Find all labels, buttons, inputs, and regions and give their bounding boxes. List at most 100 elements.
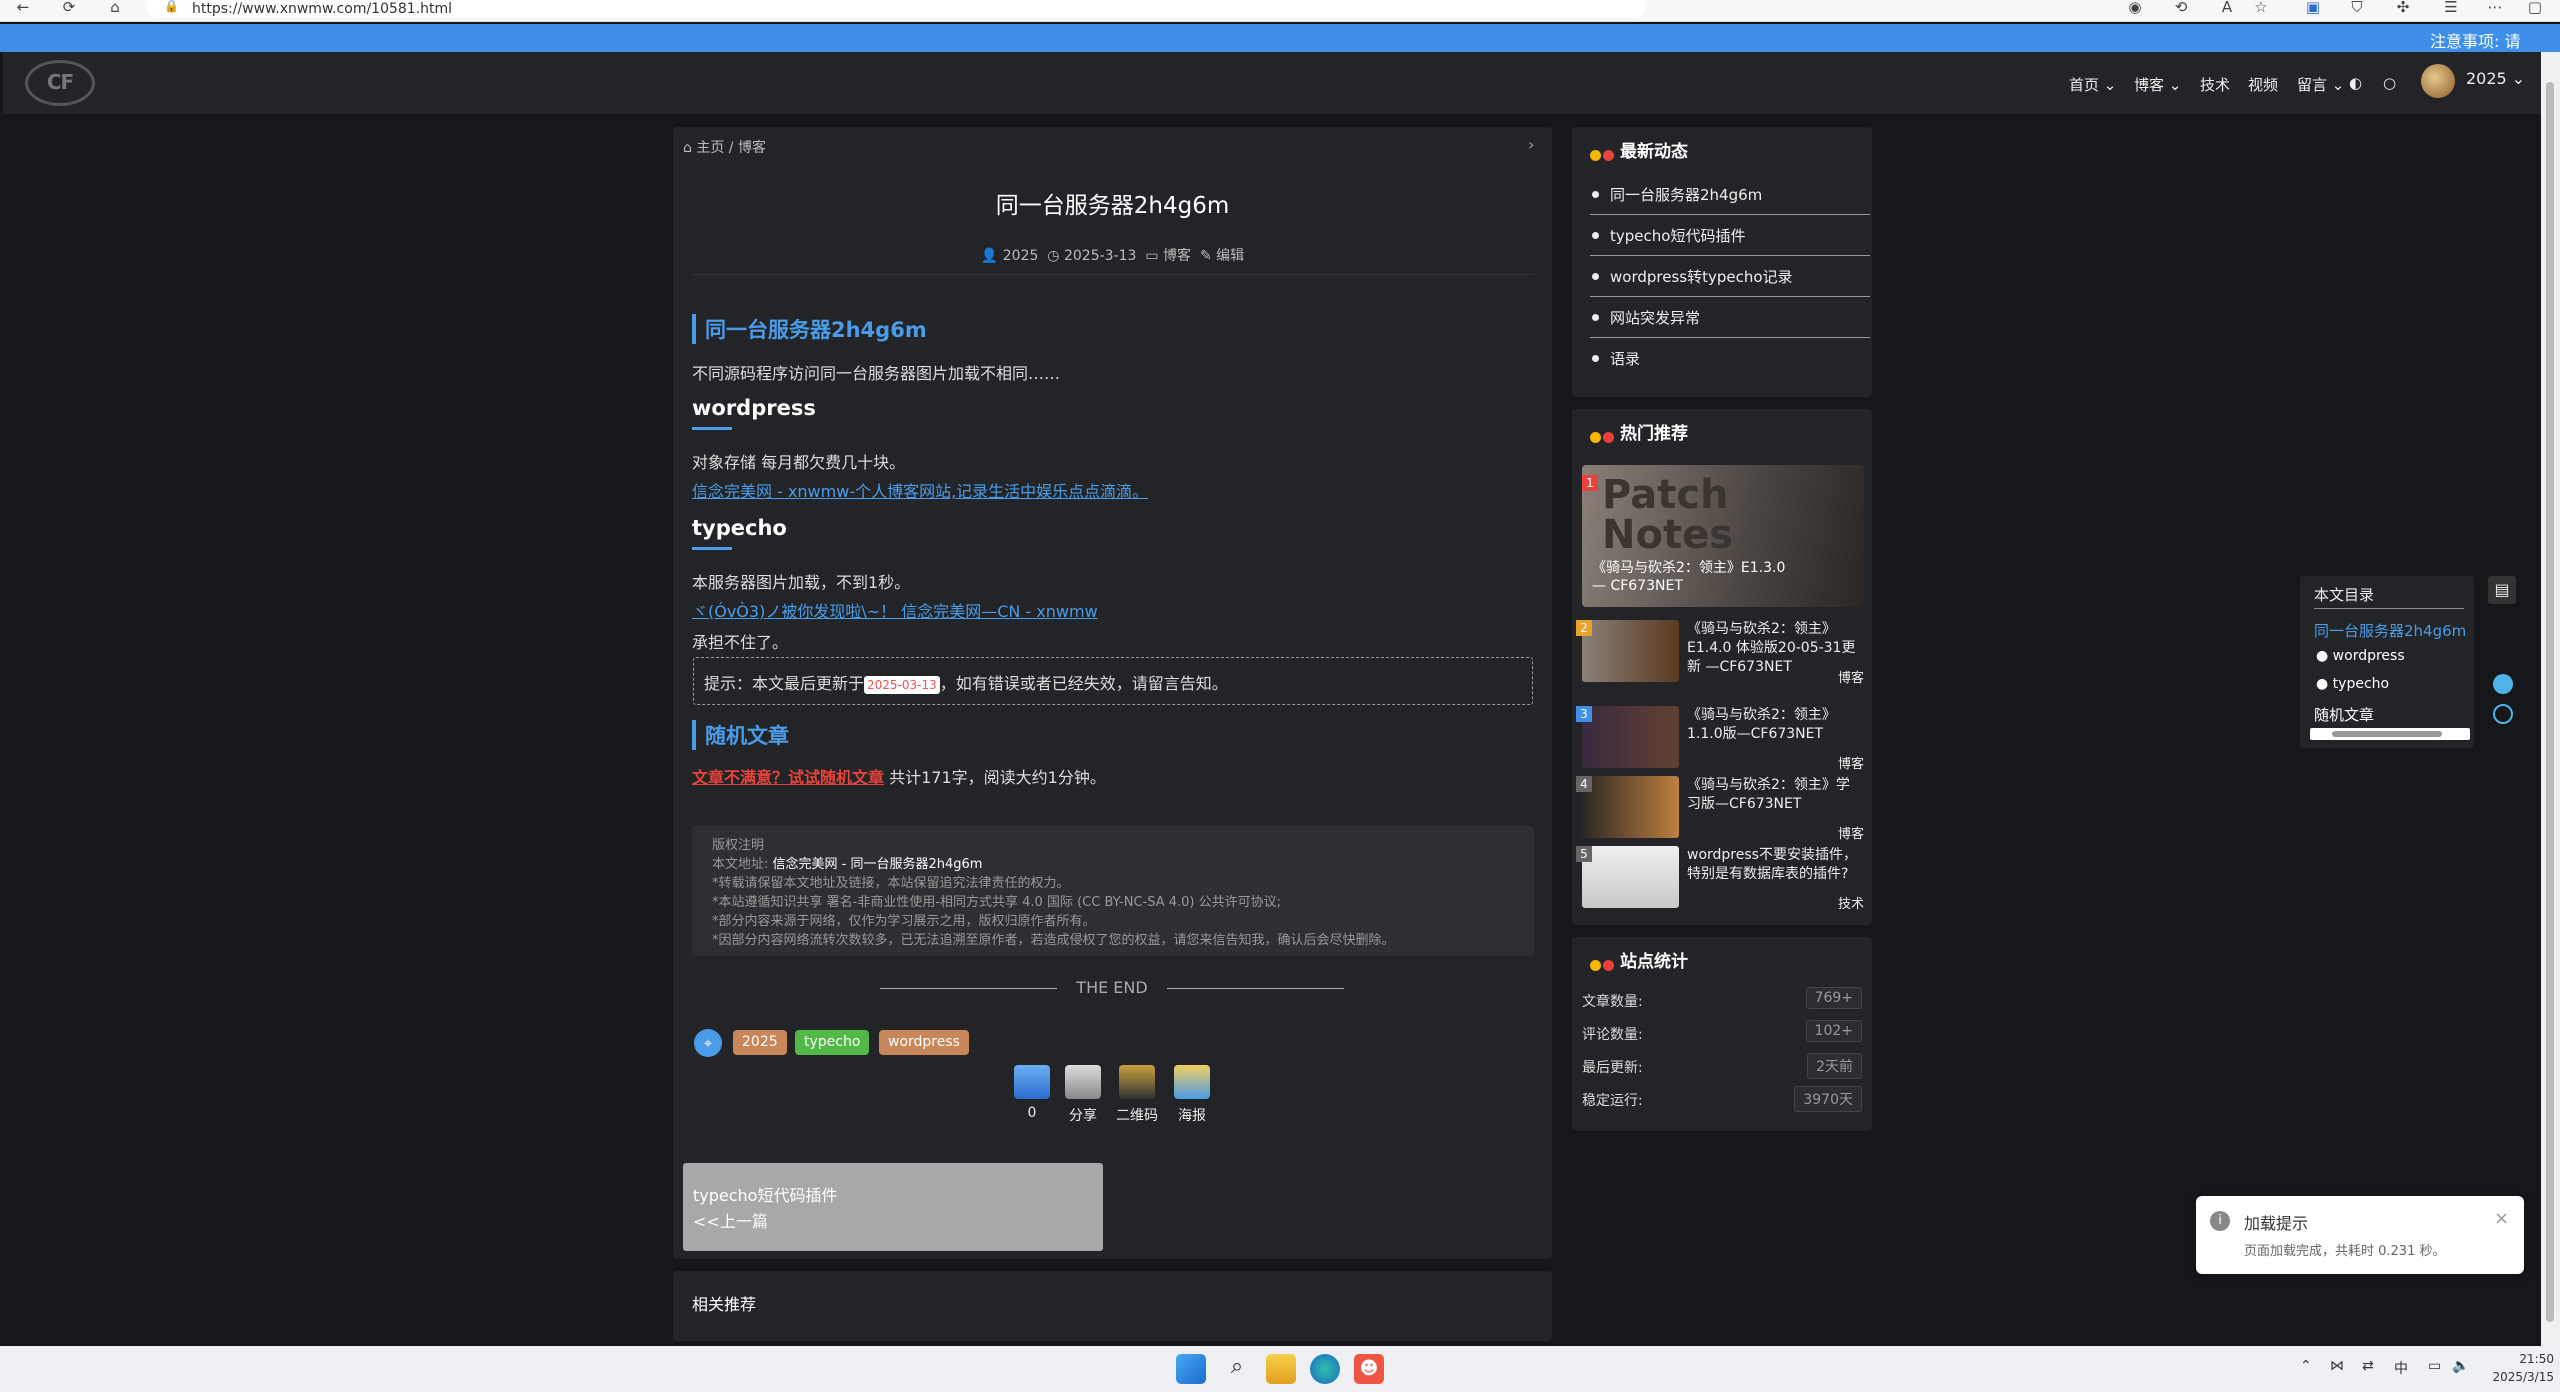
- info-icon: i: [2210, 1211, 2230, 1231]
- tracking-icon[interactable]: ◉: [2124, 0, 2146, 16]
- copyright-line-4: *因部分内容网络流转次数较多，已无法追溯至原作者，若造成侵权了您的权益，请您来信…: [712, 933, 1395, 948]
- nav-item-blog[interactable]: 博客 ⌄: [2134, 74, 2181, 95]
- extension-icon[interactable]: ▣: [2302, 0, 2324, 16]
- file-explorer-icon[interactable]: [1266, 1354, 1296, 1384]
- hot-item-title: 《骑马与砍杀2：领主》学习版—CF673NET: [1687, 777, 1850, 812]
- hot-item-title: 《骑马与砍杀2：领主》E1.4.0 体验版20-05-31更新 —CF673NE…: [1687, 621, 1856, 675]
- hot-item[interactable]: 5 wordpress不要安装插件，特别是有数据库表的插件? 技术: [1576, 846, 1864, 912]
- wordpress-link[interactable]: 信念完美网 - xnwmw-个人博客网站,记录生活中娱乐点点滴滴。: [692, 478, 1148, 502]
- float-button-filled[interactable]: [2493, 674, 2513, 694]
- tray-app-icon[interactable]: ⋈: [2330, 1358, 2344, 1374]
- clock-date: 2025/3/15: [2492, 1370, 2554, 1384]
- user-icon: 👤: [980, 248, 999, 264]
- tag-typecho[interactable]: typecho: [795, 1030, 870, 1055]
- page-scrollbar[interactable]: [2541, 52, 2560, 1346]
- update-tip: 提示：本文最后更新于 2025-03-13 ，如有错误或者已经失效，请留言告知。: [693, 657, 1533, 705]
- hot-item[interactable]: 3 《骑马与砍杀2：领主》1.1.0版—CF673NET 博客: [1576, 706, 1864, 772]
- latest-item[interactable]: 同一台服务器2h4g6m: [1590, 174, 1870, 215]
- notice-bar: 注意事项: 请: [0, 24, 2560, 52]
- rank-badge: 2: [1576, 620, 1592, 636]
- toc-toggle-icon[interactable]: ▤: [2488, 576, 2516, 604]
- start-icon[interactable]: [1176, 1354, 1206, 1384]
- breadcrumb-category[interactable]: 博客: [738, 140, 766, 156]
- user-menu[interactable]: 2025 ⌄: [2466, 69, 2525, 88]
- close-icon[interactable]: ×: [2494, 1208, 2509, 1229]
- breadcrumb-home[interactable]: 主页: [696, 140, 724, 156]
- copyright-address: 本文地址: 信念完美网 - 同一台服务器2h4g6m: [712, 857, 983, 872]
- qq-icon[interactable]: ☻: [1354, 1354, 1384, 1384]
- latest-item[interactable]: 网站突发异常: [1590, 297, 1870, 338]
- qrcode-icon: [1119, 1065, 1155, 1099]
- share-button[interactable]: 分享: [1058, 1065, 1108, 1125]
- toast-title: 加载提示: [2244, 1214, 2309, 1233]
- toc-item[interactable]: 随机文章: [2314, 704, 2374, 725]
- nav-item-tech[interactable]: 技术: [2200, 74, 2230, 95]
- meta-category[interactable]: 博客: [1163, 248, 1191, 264]
- hot-item-category: 技术: [1837, 897, 1864, 912]
- ime-indicator[interactable]: 中: [2394, 1358, 2408, 1378]
- tray-sync-icon[interactable]: ⇄: [2362, 1358, 2374, 1374]
- qrcode-button[interactable]: 二维码: [1112, 1065, 1162, 1125]
- hot-item-title: wordpress不要安装插件，特别是有数据库表的插件?: [1687, 847, 1857, 882]
- meta-edit[interactable]: 编辑: [1216, 248, 1244, 264]
- hot-item-title: 《骑马与砍杀2：领主》1.1.0版—CF673NET: [1687, 707, 1836, 742]
- theme-toggle-icon[interactable]: ◐: [2349, 74, 2362, 92]
- avatar[interactable]: [2421, 64, 2455, 98]
- network-icon[interactable]: ▭: [2428, 1358, 2441, 1374]
- home-icon[interactable]: ⌂: [104, 0, 126, 16]
- address-bar[interactable]: 🔒 https://www.xnwmw.com/10581.html: [146, 0, 1646, 18]
- latest-item[interactable]: 语录: [1590, 338, 1870, 379]
- dots-icon: [1590, 956, 1616, 975]
- dots-icon: [1590, 428, 1616, 447]
- volume-icon[interactable]: 🔈: [2452, 1358, 2469, 1374]
- puzzle-icon[interactable]: ✣: [2392, 0, 2414, 16]
- collections-icon[interactable]: ☰: [2440, 0, 2462, 16]
- search-icon[interactable]: ○: [2383, 74, 2396, 92]
- hot-banner[interactable]: 1 Patch Notes 《骑马与砍杀2：领主》E1.3.0 — CF673N…: [1582, 465, 1864, 607]
- sidebar-toggle-icon[interactable]: ▢: [2524, 0, 2546, 16]
- tag-2025[interactable]: 2025: [733, 1030, 787, 1055]
- latest-item[interactable]: wordpress转typecho记录: [1590, 256, 1870, 297]
- toc-item[interactable]: 同一台服务器2h4g6m: [2314, 620, 2470, 641]
- search-icon[interactable]: ⌕: [1222, 1354, 1252, 1384]
- breadcrumb: ⌂ 主页 / 博客: [683, 140, 766, 156]
- favorite-icon[interactable]: ☆: [2250, 0, 2272, 16]
- more-icon[interactable]: ⋯: [2484, 0, 2506, 16]
- the-end: THE END: [1076, 978, 1148, 997]
- site-logo[interactable]: CF: [25, 60, 95, 106]
- stat-row: 最后更新: 2天前: [1582, 1053, 1862, 1083]
- toc-item[interactable]: ● wordpress: [2316, 648, 2405, 664]
- refresh-icon[interactable]: ⟳: [58, 0, 80, 16]
- nav-item-message[interactable]: 留言 ⌄: [2297, 74, 2344, 95]
- toc-item[interactable]: ● typecho: [2316, 676, 2389, 692]
- chevron-right-icon[interactable]: ›: [1528, 135, 1534, 154]
- clock[interactable]: 21:50 2025/3/15: [2484, 1350, 2554, 1386]
- sync-icon[interactable]: ⟲: [2170, 0, 2192, 16]
- toc-scrollbar[interactable]: [2310, 728, 2470, 740]
- chevron-up-icon[interactable]: ⌃: [2300, 1358, 2312, 1374]
- toc-panel: 本文目录 同一台服务器2h4g6m ● wordpress ● typecho …: [2300, 576, 2474, 748]
- hot-widget: 热门推荐 1 Patch Notes 《骑马与砍杀2：领主》E1.3.0 — C…: [1572, 409, 1872, 925]
- poster-button[interactable]: 海报: [1167, 1065, 1217, 1125]
- read-aloud-icon[interactable]: A: [2216, 0, 2238, 16]
- dots-icon: [1590, 146, 1616, 165]
- random-article-link[interactable]: 文章不满意？试试随机文章: [692, 768, 884, 787]
- scrollbar-thumb[interactable]: [2332, 731, 2442, 737]
- article-meta: 👤 2025 ◷ 2025-3-13 ▭ 博客 ✎ 编辑: [673, 245, 1552, 265]
- scrollbar-thumb[interactable]: [2546, 82, 2554, 1322]
- back-icon[interactable]: ←: [12, 0, 34, 16]
- nav-item-video[interactable]: 视频: [2248, 74, 2278, 95]
- hot-item[interactable]: 4 《骑马与砍杀2：领主》学习版—CF673NET 博客: [1576, 776, 1864, 842]
- meta-author[interactable]: 2025: [1003, 248, 1039, 264]
- typecho-link[interactable]: ヾ(ÓvÒ3)ノ被你发现啦\~！ 信念完美网—CN - xnwmw: [692, 598, 1098, 622]
- edge-icon[interactable]: [1310, 1354, 1340, 1384]
- copyright-box: 版权注明 本文地址: 信念完美网 - 同一台服务器2h4g6m *转载请保留本文…: [692, 826, 1534, 956]
- latest-item[interactable]: typecho短代码插件: [1590, 215, 1870, 256]
- shield-icon[interactable]: ⛉: [2346, 0, 2368, 16]
- nav-item-home[interactable]: 首页 ⌄: [2069, 74, 2116, 95]
- like-button[interactable]: 0: [1007, 1065, 1057, 1121]
- prev-post-card[interactable]: typecho短代码插件 <<上一篇: [683, 1163, 1103, 1251]
- tag-wordpress[interactable]: wordpress: [879, 1030, 969, 1055]
- hot-item[interactable]: 2 《骑马与砍杀2：领主》E1.4.0 体验版20-05-31更新 —CF673…: [1576, 620, 1864, 686]
- float-button-outline[interactable]: [2493, 704, 2513, 724]
